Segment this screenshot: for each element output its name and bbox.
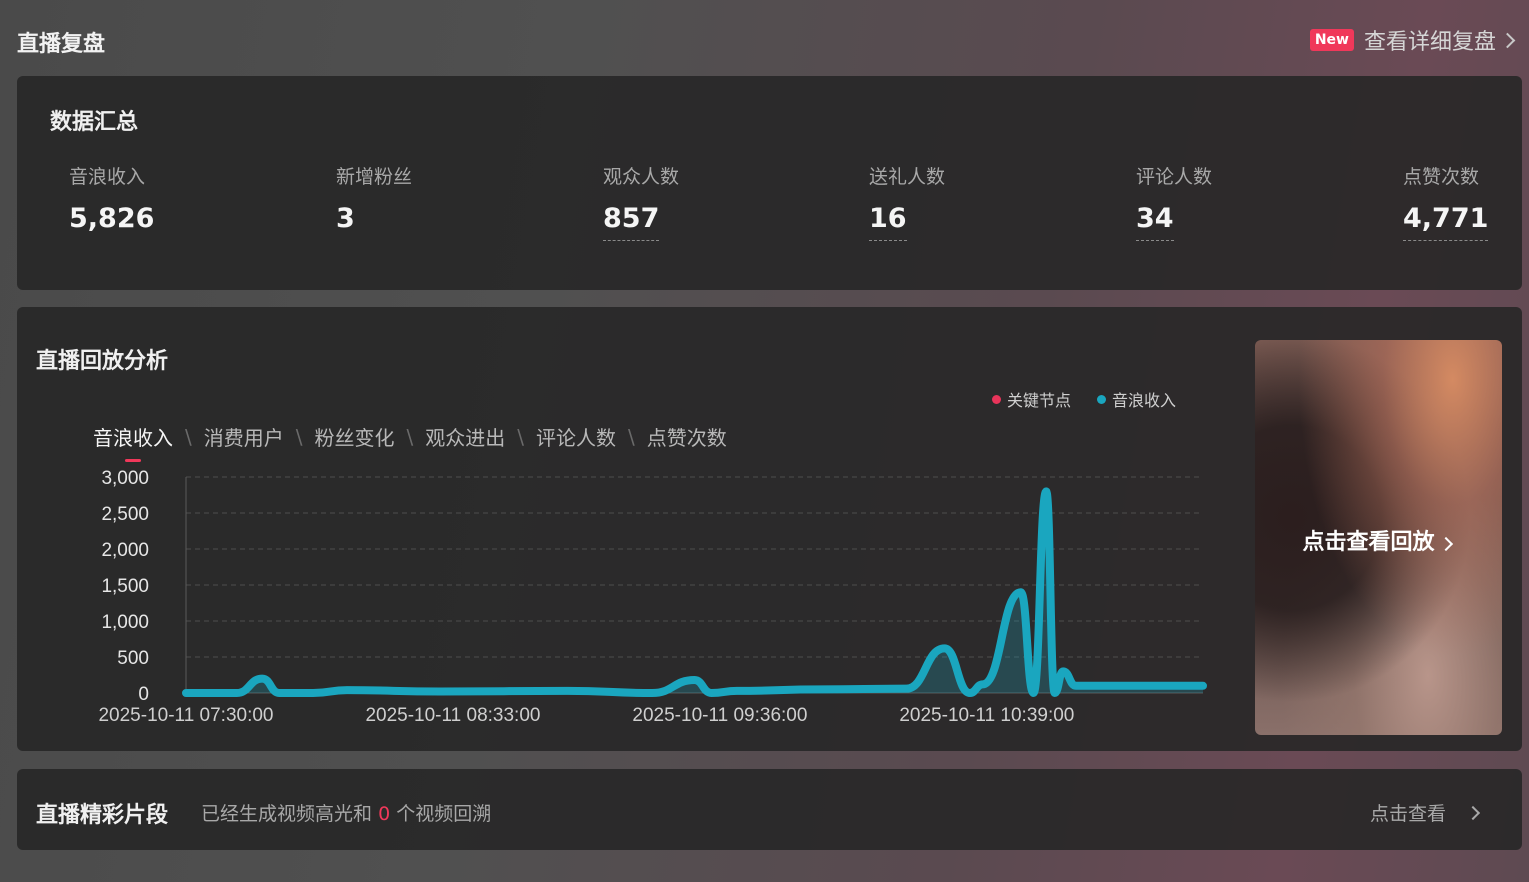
highlights-card: 直播精彩片段 已经生成视频高光和 0 个视频回溯 点击查看: [17, 769, 1522, 850]
chevron-right-icon: [1438, 536, 1453, 552]
stat-value: 3: [336, 203, 355, 234]
stat-likes[interactable]: 点赞次数 4,771: [1403, 162, 1489, 241]
replay-analysis-card: 直播回放分析 关键节点 音浪收入 音浪收入 \ 消费用户 \ 粉丝变化 \ 观众…: [17, 307, 1522, 751]
page-header: 直播复盘 New 查看详细复盘: [17, 24, 1517, 57]
highlights-description: 已经生成视频高光和 0 个视频回溯: [201, 799, 491, 826]
view-detail-review-link[interactable]: New 查看详细复盘: [1309, 24, 1517, 56]
highlights-title: 直播精彩片段: [36, 803, 169, 828]
replay-thumbnail[interactable]: 点击查看回放: [1255, 340, 1502, 735]
chevron-right-icon: [1499, 32, 1516, 48]
series-line-yinlang: [182, 487, 1207, 697]
stat-value: 4,771: [1403, 203, 1489, 241]
stat-value: 34: [1136, 203, 1174, 241]
data-summary-title: 数据汇总: [50, 110, 139, 135]
data-summary-card: 数据汇总 音浪收入 5,826 新增粉丝 3 观众人数 857 送礼人数 16 …: [17, 76, 1522, 290]
yinlang-income-chart[interactable]: 3,0002,5002,0001,5001,00050002025-10-11 …: [17, 307, 1237, 751]
y-tick-label: 2,000: [101, 540, 149, 561]
stat-value: 857: [603, 203, 660, 241]
y-tick-label: 0: [138, 684, 149, 705]
new-badge: New: [1309, 29, 1354, 51]
y-tick-label: 1,500: [101, 576, 149, 597]
x-tick-label: 2025-10-11 09:36:00: [632, 705, 807, 726]
stat-label: 观众人数: [603, 166, 680, 188]
stat-new-fans: 新增粉丝 3: [336, 162, 412, 240]
x-tick-label: 2025-10-11 07:30:00: [98, 705, 273, 726]
highlights-desc-prefix: 已经生成视频高光和: [201, 803, 373, 825]
view-replay-label: 点击查看回放: [1302, 530, 1435, 555]
stat-gift-senders[interactable]: 送礼人数 16: [869, 162, 945, 241]
stat-value: 5,826: [69, 203, 155, 234]
page-title: 直播复盘: [17, 32, 106, 57]
y-tick-label: 2,500: [101, 504, 149, 525]
view-replay-button[interactable]: 点击查看回放: [1255, 524, 1502, 556]
summary-stats: 音浪收入 5,826 新增粉丝 3 观众人数 857 送礼人数 16 评论人数 …: [69, 162, 1489, 252]
stat-label: 点赞次数: [1403, 166, 1480, 188]
y-tick-label: 1,000: [101, 612, 149, 633]
view-highlights-label: 点击查看: [1369, 803, 1446, 825]
y-tick-label: 3,000: [101, 468, 149, 489]
stat-label: 评论人数: [1136, 166, 1213, 188]
stat-commenters[interactable]: 评论人数 34: [1136, 162, 1212, 241]
x-tick-label: 2025-10-11 10:39:00: [899, 705, 1074, 726]
stat-viewers[interactable]: 观众人数 857: [603, 162, 679, 241]
stat-label: 新增粉丝: [336, 166, 413, 188]
view-highlights-link[interactable]: 点击查看: [1370, 799, 1482, 826]
chevron-right-icon: [1465, 805, 1481, 820]
highlights-count: 0: [378, 803, 391, 825]
stat-yinlang-income: 音浪收入 5,826: [69, 162, 154, 240]
stat-label: 音浪收入: [69, 166, 146, 188]
view-detail-review-label: 查看详细复盘: [1363, 30, 1496, 55]
y-tick-label: 500: [117, 648, 149, 669]
stat-label: 送礼人数: [869, 166, 946, 188]
highlights-desc-suffix: 个视频回溯: [396, 803, 492, 825]
x-tick-label: 2025-10-11 08:33:00: [365, 705, 540, 726]
stat-value: 16: [869, 203, 907, 241]
